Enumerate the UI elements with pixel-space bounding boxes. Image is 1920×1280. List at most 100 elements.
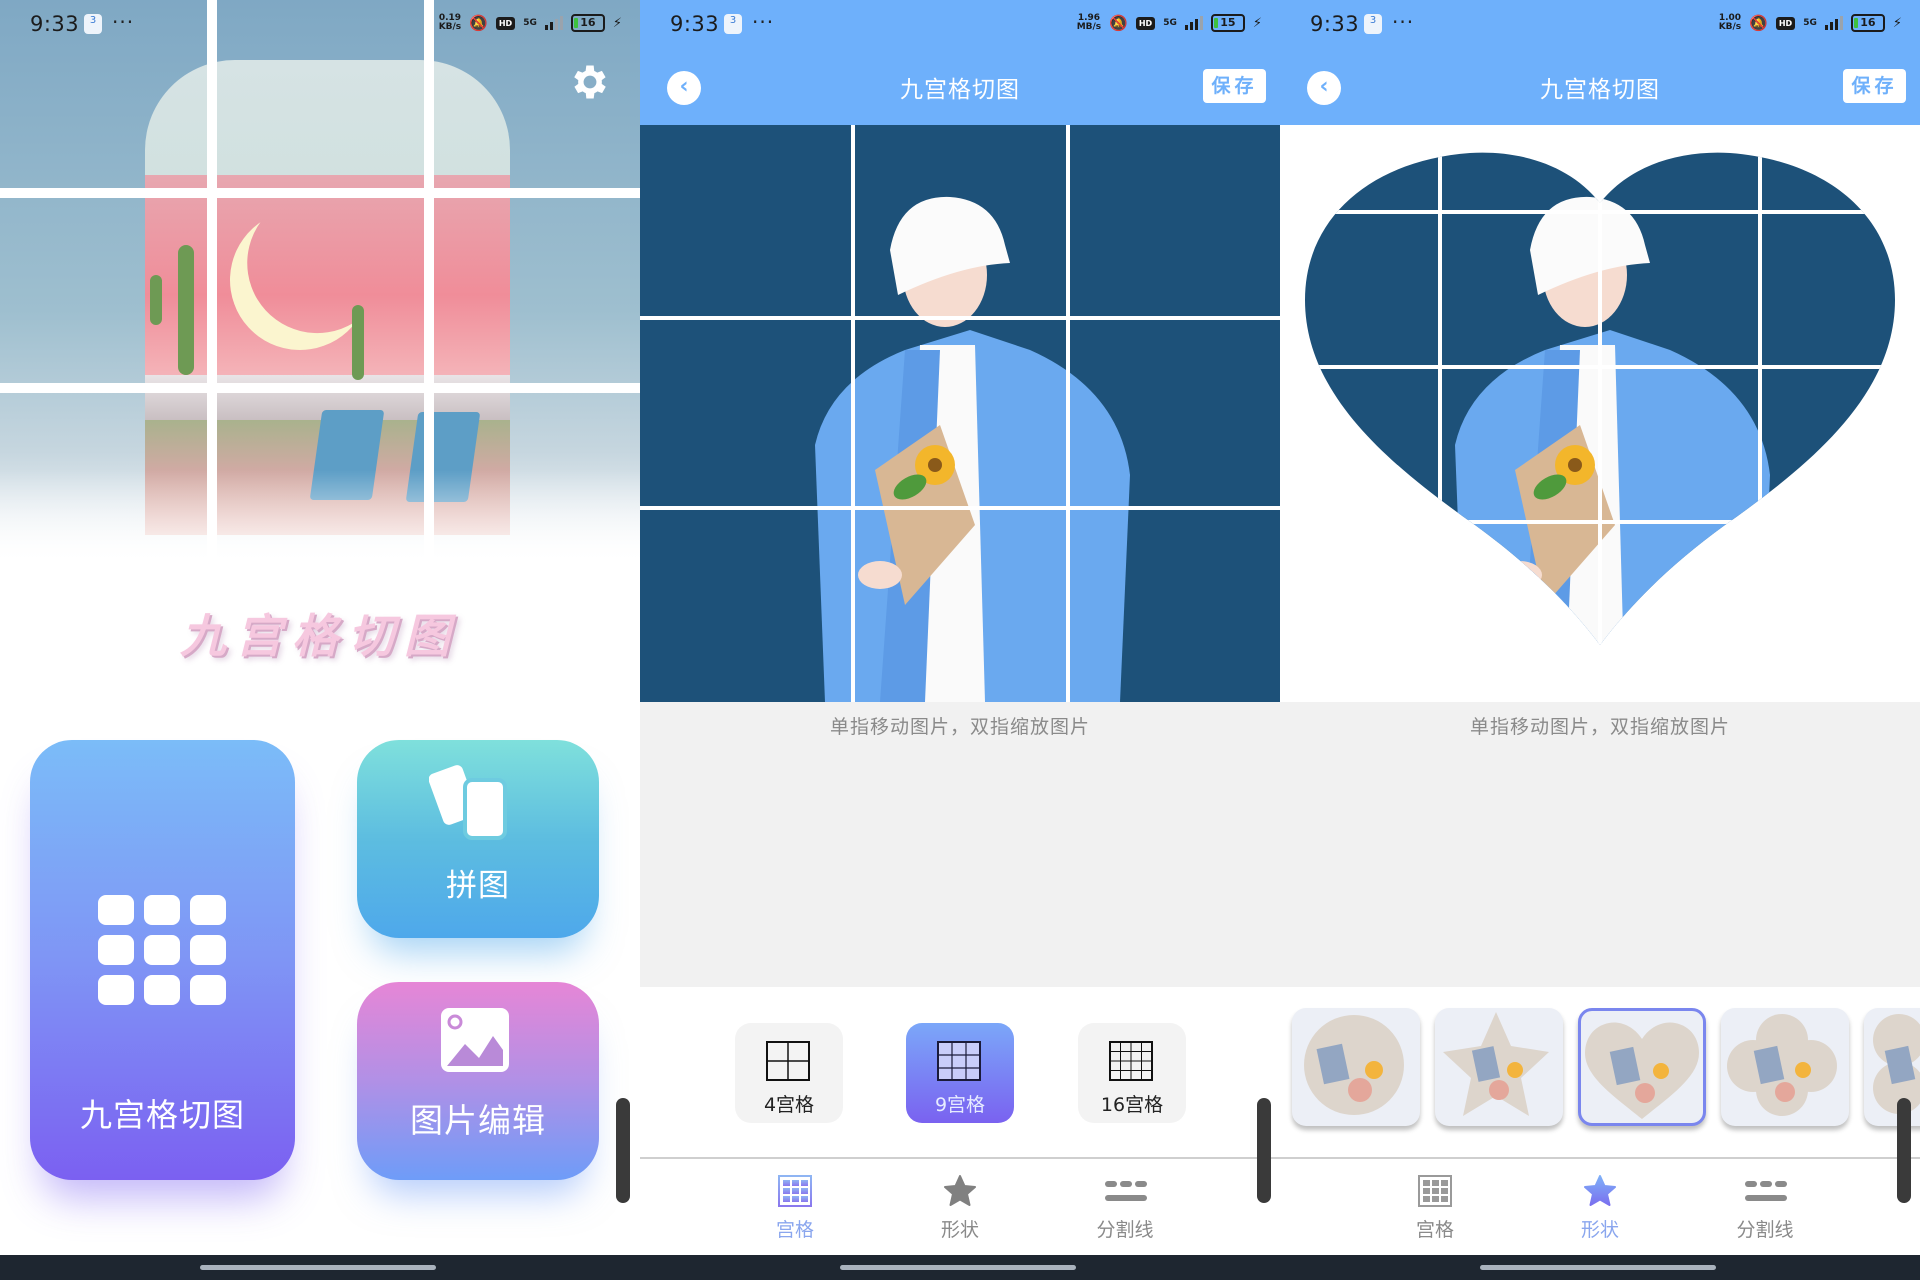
status-time: 9:33 — [670, 12, 720, 36]
nav-label: 分割线 — [1096, 1219, 1154, 1241]
shape-options — [1280, 1000, 1920, 1130]
nav-tab-shape[interactable]: 形状 — [1540, 1159, 1660, 1255]
grid-option-label: 4宫格 — [763, 1094, 815, 1116]
hd-icon: HD — [1775, 16, 1796, 30]
nav-tab-divider[interactable]: 分割线 — [1065, 1159, 1185, 1255]
status-time: 9:33 — [1310, 12, 1360, 36]
grid-option-label: 16宫格 — [1100, 1094, 1164, 1116]
bottom-nav: 宫格 形状 分割线 — [1280, 1159, 1920, 1255]
app-title: 九宫格切图 — [180, 609, 460, 663]
image-icon — [441, 1008, 509, 1072]
mute-bell-icon: 🔕 — [1749, 14, 1768, 32]
more-notifications-icon: ··· — [752, 10, 775, 34]
cards-icon — [429, 765, 507, 840]
signal-icon — [1184, 16, 1203, 30]
nav-tab-divider[interactable]: 分割线 — [1705, 1159, 1825, 1255]
grid-2x2-icon — [766, 1041, 810, 1081]
battery-icon: 15 — [1210, 14, 1245, 32]
status-bar: 9:33 3 ··· 1.00 KB/s 🔕 HD 5G 16 ⚡ — [1280, 0, 1920, 50]
gesture-hint: 单指移动图片，双指缩放图片 — [1469, 716, 1730, 738]
home-screen: 9:33 3 ··· 0.19 KB/s 🔕 HD 5G 16 ⚡ 九宫格切图 九… — [0, 0, 640, 1280]
flower-shape-icon — [1727, 1014, 1837, 1116]
grid-line — [851, 125, 855, 702]
shape-option-circle[interactable] — [1292, 1008, 1420, 1126]
page-title: 九宫格切图 — [900, 77, 1020, 103]
divider-lines-icon — [1745, 1181, 1787, 1201]
charging-icon: ⚡ — [612, 15, 622, 31]
system-nav-bar — [640, 1255, 1280, 1280]
grid-4x4-icon — [1109, 1041, 1153, 1081]
shape-editor-screen: ‹ 九宫格切图 保存 9:33 3 ··· 1.00 KB/s 🔕 HD 5G 1… — [1280, 0, 1920, 1280]
nav-label: 宫格 — [775, 1219, 814, 1241]
shape-option-heart[interactable] — [1578, 1008, 1706, 1126]
save-button[interactable]: 保存 — [1843, 69, 1906, 103]
circle-shape-icon — [1304, 1015, 1404, 1115]
signal-icon — [1824, 16, 1843, 30]
divider-lines-icon — [1105, 1181, 1147, 1201]
shape-option-flower[interactable] — [1721, 1008, 1849, 1126]
shape-option-star[interactable] — [1435, 1008, 1563, 1126]
grid-option-9[interactable]: 9宫格 — [906, 1023, 1014, 1123]
more-notifications-icon: ··· — [1392, 10, 1415, 34]
hd-icon: HD — [495, 16, 516, 30]
nav-tab-shape[interactable]: 形状 — [900, 1159, 1020, 1255]
scrollbar-thumb[interactable] — [1897, 1098, 1911, 1203]
battery-level: 15 — [1220, 16, 1236, 29]
hero-banner-image — [0, 0, 640, 565]
scrollbar-thumb[interactable] — [616, 1098, 630, 1203]
hd-icon: HD — [1135, 16, 1156, 30]
network-speed: 1.96 MB/s — [1076, 13, 1102, 32]
charging-icon: ⚡ — [1252, 15, 1262, 31]
charging-icon: ⚡ — [1892, 15, 1902, 31]
notification-badge: 3 — [1364, 14, 1382, 34]
network-type: 5G — [523, 17, 537, 28]
workspace-background — [1280, 702, 1920, 987]
grid-option-4[interactable]: 4宫格 — [735, 1023, 843, 1123]
image-canvas[interactable] — [640, 125, 1280, 702]
status-bar: 9:33 3 ··· 0.19 KB/s 🔕 HD 5G 16 ⚡ — [0, 0, 640, 50]
nav-label: 宫格 — [1415, 1219, 1454, 1241]
nav-tab-grid[interactable]: 宫格 — [1375, 1159, 1495, 1255]
photo-edit-card[interactable]: 图片编辑 — [357, 982, 599, 1180]
image-canvas[interactable] — [1280, 125, 1920, 702]
mute-bell-icon: 🔕 — [1109, 14, 1128, 32]
grid-icon — [1418, 1175, 1452, 1207]
battery-icon: 16 — [570, 14, 605, 32]
signal-icon — [544, 16, 563, 30]
nav-tab-grid[interactable]: 宫格 — [735, 1159, 855, 1255]
home-gesture-bar[interactable] — [200, 1265, 436, 1270]
page-title: 九宫格切图 — [1540, 77, 1660, 103]
heart-cropped-image — [1305, 152, 1895, 646]
grid-icon — [778, 1175, 812, 1207]
shape-option-clover[interactable] — [1864, 1008, 1920, 1126]
nine-grid-icon — [98, 895, 226, 1005]
battery-level: 16 — [580, 16, 596, 29]
star-icon — [1584, 1175, 1616, 1206]
collage-card[interactable]: 拼图 — [357, 740, 599, 938]
clover-shape-icon — [1873, 1014, 1920, 1114]
grid-cut-card[interactable]: 九宫格切图 — [30, 740, 295, 1180]
collage-label: 拼图 — [446, 868, 510, 904]
nav-label: 分割线 — [1736, 1219, 1794, 1241]
grid-line — [1066, 125, 1070, 702]
grid-line — [640, 506, 1280, 510]
system-nav-bar — [0, 1255, 640, 1280]
grid-line — [640, 316, 1280, 320]
battery-level: 16 — [1860, 16, 1876, 29]
home-gesture-bar[interactable] — [840, 1265, 1076, 1270]
grid-option-16[interactable]: 16宫格 — [1078, 1023, 1186, 1123]
gear-icon[interactable] — [568, 60, 612, 104]
grid-options: 4宫格 9宫格 16宫格 — [640, 987, 1280, 1157]
star-icon — [944, 1175, 976, 1206]
battery-icon: 16 — [1850, 14, 1885, 32]
save-button[interactable]: 保存 — [1203, 69, 1266, 103]
workspace-background — [640, 702, 1280, 987]
heart-shape-icon — [1585, 1022, 1699, 1119]
status-time: 9:33 — [30, 12, 80, 36]
system-nav-bar — [1280, 1255, 1920, 1280]
scrollbar-thumb[interactable] — [1257, 1098, 1271, 1203]
network-speed: 1.00 KB/s — [1718, 13, 1742, 32]
home-gesture-bar[interactable] — [1480, 1265, 1716, 1270]
mute-bell-icon: 🔕 — [469, 14, 488, 32]
grid-3x3-icon — [937, 1041, 981, 1081]
